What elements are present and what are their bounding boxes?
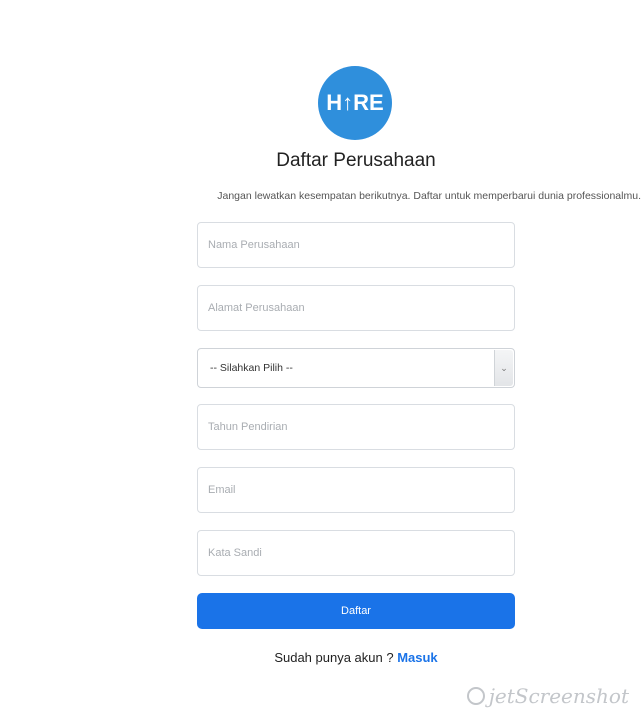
select-value: -- Silahkan Pilih -- [210, 362, 293, 374]
email-input[interactable] [197, 467, 515, 513]
register-page: H↑RE Daftar Perusahaan Jangan lewatkan k… [0, 0, 643, 715]
password-input[interactable] [197, 530, 515, 576]
founded-year-input[interactable] [197, 404, 515, 450]
logo-text: H↑RE [326, 90, 384, 115]
login-prompt-row: Sudah punya akun ? Masuk [0, 650, 643, 665]
company-name-input[interactable] [197, 222, 515, 268]
company-address-input[interactable] [197, 285, 515, 331]
watermark-text: jetScreenshot [488, 684, 629, 708]
login-prompt-text: Sudah punya akun ? [274, 650, 398, 665]
camera-icon [466, 687, 485, 705]
watermark: jetScreenshot [466, 684, 629, 708]
chevron-down-icon[interactable]: ⌄ [494, 350, 513, 386]
hire-logo: H↑RE [318, 66, 392, 140]
category-select[interactable]: -- Silahkan Pilih -- ⌄ [197, 348, 515, 388]
page-title: Daftar Perusahaan [276, 150, 436, 171]
register-button[interactable]: Daftar [197, 593, 515, 629]
login-link[interactable]: Masuk [397, 650, 437, 665]
page-subtitle: Jangan lewatkan kesempatan berikutnya. D… [217, 190, 641, 202]
